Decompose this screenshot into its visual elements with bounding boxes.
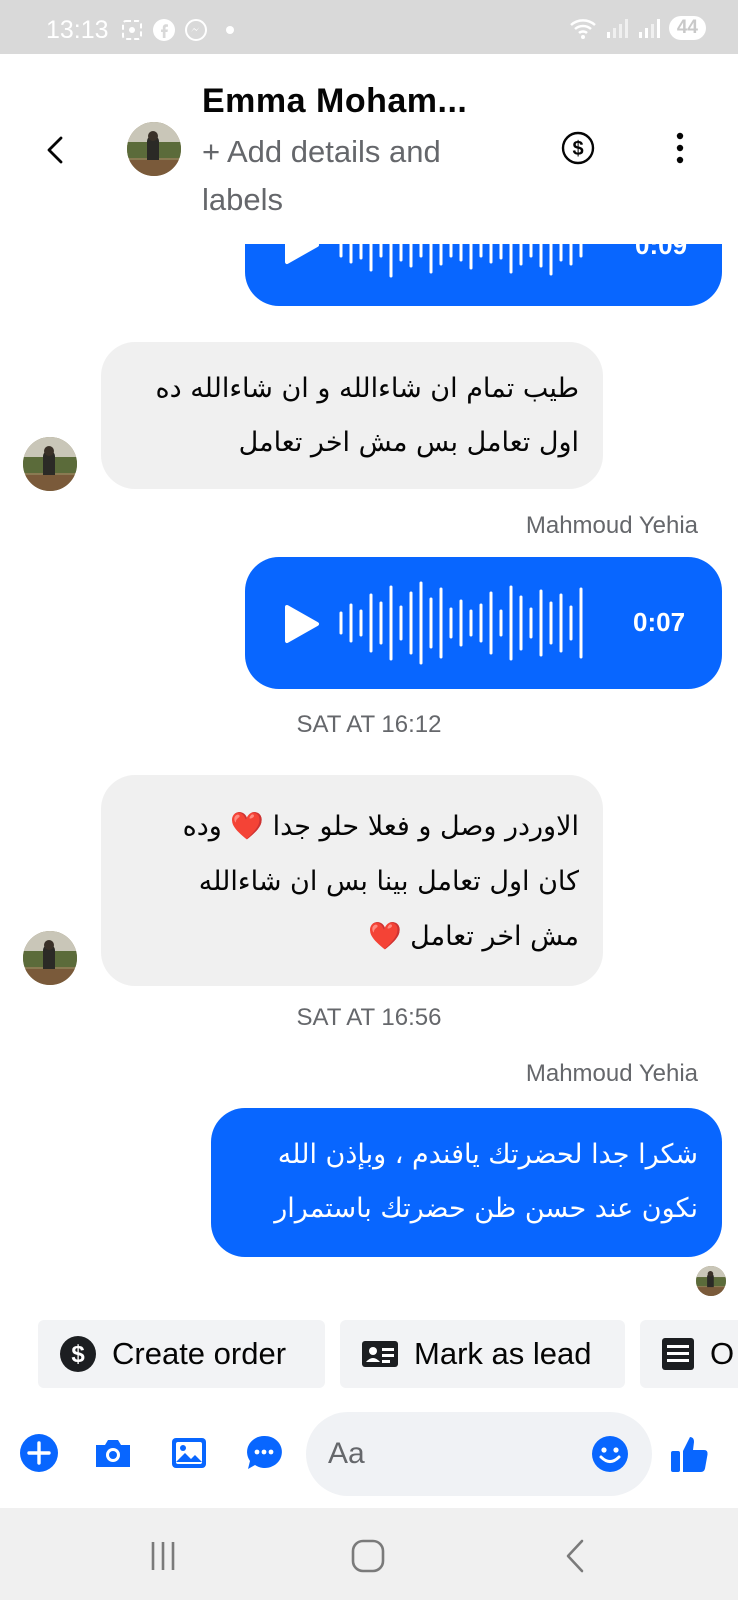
thumbs-up-icon[interactable] <box>668 1432 712 1476</box>
contact-avatar[interactable] <box>127 122 181 176</box>
timestamp-divider: SAT AT 16:12 <box>296 711 442 738</box>
message-input[interactable] <box>328 1434 568 1474</box>
create-order-button[interactable]: $ Create order <box>38 1320 325 1388</box>
contact-name[interactable]: Emma Moham... <box>202 82 467 121</box>
message-composer <box>0 1404 738 1504</box>
emoji-icon[interactable] <box>590 1434 630 1474</box>
conversation-header: Emma Moham... + Add details and labels $ <box>0 54 738 244</box>
camera-icon[interactable] <box>92 1432 134 1474</box>
status-left-icons <box>120 18 234 42</box>
message-text: طيب تمام ان شاءالله و ان شاءالله ده اول … <box>155 373 579 458</box>
dollar-icon[interactable]: $ <box>560 130 596 166</box>
create-order-label: Create order <box>112 1336 287 1371</box>
back-nav-icon[interactable] <box>556 1536 596 1576</box>
voice-message[interactable]: 0:07 <box>245 557 722 689</box>
sender-name: Mahmoud Yehia <box>525 1060 698 1087</box>
gallery-icon[interactable] <box>168 1432 210 1474</box>
home-icon[interactable] <box>348 1536 388 1576</box>
incoming-message[interactable]: الاوردر وصل و فعلا حلو جدا ❤️ وده كان او… <box>101 775 603 986</box>
status-time: 13:13 <box>46 16 109 44</box>
facebook-icon <box>153 19 175 41</box>
third-action-label: O <box>710 1336 735 1371</box>
message-thread[interactable]: 0:09 طيب تمام ان شاءالله و ان شاءالله ده… <box>0 244 738 1314</box>
message-line: شكرا جدا لحضرتك يافندم ، وبإذن الله <box>277 1139 698 1170</box>
contact-avatar-small[interactable] <box>23 931 77 985</box>
status-right-icons: 44 <box>569 16 706 40</box>
voice-duration: 0:07 <box>633 607 686 637</box>
quick-actions-bar: $ Create order Mark as lead O <box>0 1318 738 1404</box>
third-action-button[interactable]: O <box>640 1320 738 1388</box>
status-bar: 13:13 44 <box>0 0 738 54</box>
waveform <box>339 244 583 278</box>
svg-text:$: $ <box>572 138 583 160</box>
document-icon <box>662 1338 694 1370</box>
message-line: نكون عند حسن ظن حضرتك باستمرار <box>274 1193 698 1224</box>
signal-icon-2 <box>638 19 660 38</box>
play-icon[interactable] <box>277 244 323 268</box>
notification-dot <box>226 26 234 34</box>
svg-text:$: $ <box>71 1341 85 1368</box>
message-input-container[interactable] <box>306 1412 652 1496</box>
sticker-chat-icon[interactable] <box>243 1432 285 1474</box>
voice-duration: 0:09 <box>635 244 688 260</box>
incoming-message[interactable]: طيب تمام ان شاءالله و ان شاءالله ده اول … <box>101 342 603 489</box>
plus-icon[interactable] <box>18 1432 60 1474</box>
mark-as-lead-label: Mark as lead <box>414 1336 592 1371</box>
play-icon[interactable] <box>277 601 323 647</box>
timestamp-divider: SAT AT 16:56 <box>296 1004 442 1031</box>
waveform <box>339 581 583 665</box>
screen-record-icon <box>122 20 142 40</box>
battery-indicator: 44 <box>668 16 706 40</box>
voice-message-top[interactable]: 0:09 <box>245 244 722 306</box>
message-line: كان اول تعامل بينا بس ان شاءالله <box>198 866 579 897</box>
mark-as-lead-button[interactable]: Mark as lead <box>340 1320 625 1388</box>
contact-avatar-small[interactable] <box>23 437 77 491</box>
message-line: مش اخر تعامل ❤️ <box>367 921 579 952</box>
dollar-circle-icon: $ <box>60 1336 96 1372</box>
system-navigation-bar <box>0 1508 738 1600</box>
outgoing-message[interactable]: شكرا جدا لحضرتك يافندم ، وبإذن الله نكون… <box>211 1108 722 1257</box>
sender-name: Mahmoud Yehia <box>525 512 698 539</box>
read-receipt-avatar <box>696 1266 726 1296</box>
signal-icon <box>606 19 628 38</box>
add-details-link[interactable]: + Add details and labels <box>202 128 512 224</box>
contact-card-icon <box>362 1341 398 1367</box>
more-options-icon[interactable] <box>666 130 694 166</box>
wifi-icon <box>570 19 596 39</box>
message-line: الاوردر وصل و فعلا حلو جدا ❤️ وده <box>182 811 579 842</box>
recent-apps-icon[interactable] <box>143 1536 183 1576</box>
back-arrow-icon[interactable] <box>38 132 74 168</box>
messenger-icon <box>185 19 207 41</box>
